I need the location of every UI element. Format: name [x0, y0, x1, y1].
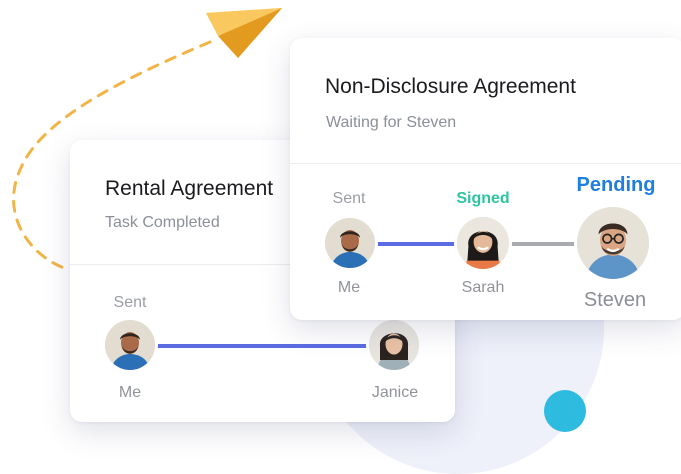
- avatar-janice: [369, 320, 419, 370]
- avatar-me: [325, 218, 375, 268]
- avatar-sarah: [457, 217, 509, 269]
- step-name-janice: Janice: [371, 384, 419, 401]
- progress-connector-waiting: [506, 242, 582, 246]
- step-name-me: Me: [118, 384, 142, 401]
- step-name-sarah: Sarah: [461, 279, 505, 296]
- card-subtitle: Task Completed: [105, 214, 220, 231]
- step-status-sent: Sent: [332, 190, 366, 207]
- step-name-me: Me: [337, 279, 361, 296]
- card-title: Non-Disclosure Agreement: [325, 75, 576, 98]
- nda-agreement-card[interactable]: Non-Disclosure Agreement Waiting for Ste…: [290, 38, 681, 320]
- card-subtitle: Waiting for Steven: [326, 114, 457, 131]
- progress-connector-completed: [374, 242, 468, 246]
- paper-plane-icon: [206, 8, 282, 58]
- step-name-steven: Steven: [583, 289, 647, 311]
- avatar-me: [105, 320, 155, 370]
- avatar-steven: [577, 207, 649, 279]
- card-divider: [290, 163, 681, 164]
- step-status-signed: Signed: [456, 190, 510, 207]
- card-title: Rental Agreement: [105, 177, 274, 200]
- step-status-pending: Pending: [576, 174, 656, 196]
- step-status-sent: Sent: [113, 294, 147, 311]
- progress-connector-completed: [154, 344, 374, 348]
